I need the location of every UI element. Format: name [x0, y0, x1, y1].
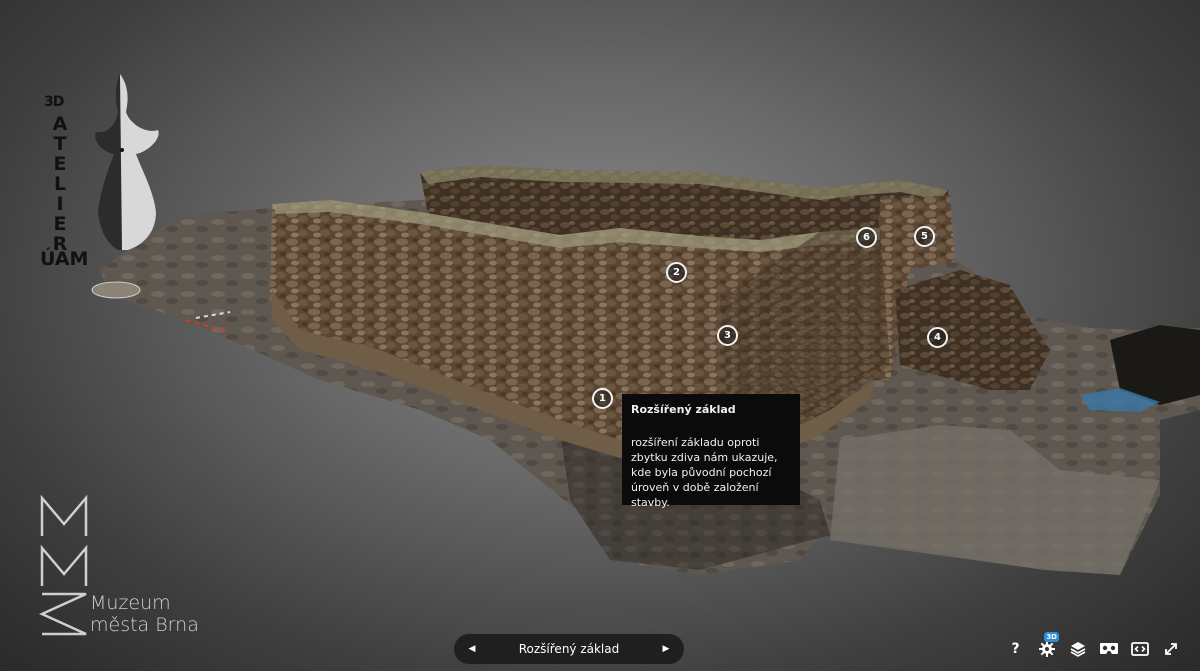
layers-icon	[1070, 642, 1085, 657]
fit-view-button[interactable]	[1124, 638, 1155, 660]
settings-icon	[1038, 641, 1055, 657]
atelier-3d-label: 3D	[44, 94, 64, 110]
atelier-letters: A T E L I E R	[52, 114, 68, 254]
help-button[interactable]: ?	[1000, 638, 1031, 660]
tooltip-title: Rozšířený základ	[631, 403, 736, 416]
vr-button[interactable]	[1093, 638, 1124, 660]
annotation-hotspot-2[interactable]: 2	[666, 262, 687, 283]
atelier-letter: T	[53, 133, 67, 155]
annotation-hotspot-5[interactable]: 5	[914, 226, 935, 247]
annotation-hotspot-1[interactable]: 1	[592, 388, 613, 409]
atelier-letter: L	[53, 173, 67, 195]
current-annotation-title: Rozšířený základ	[518, 642, 620, 656]
annotation-tooltip: Rozšířený základ rozšíření základu oprot…	[622, 394, 800, 509]
viewer-controls: ? 3D	[1000, 632, 1186, 660]
atelier-letter: E	[53, 153, 67, 175]
museum-mark-icon	[38, 494, 88, 636]
museum-logo: Muzeum města Brna	[38, 494, 238, 644]
annotation-hotspot-3[interactable]: 3	[717, 325, 738, 346]
atelier-letter: E	[53, 213, 67, 235]
museum-name-line1: Muzeum	[90, 592, 171, 614]
atelier-letter: I	[56, 193, 64, 215]
annotation-hotspot-4[interactable]: 4	[927, 327, 948, 348]
help-icon: ?	[1011, 641, 1020, 657]
fit-view-icon	[1130, 642, 1149, 656]
fullscreen-button[interactable]	[1155, 638, 1186, 660]
vr-icon	[1099, 643, 1118, 654]
layers-button[interactable]	[1062, 638, 1093, 660]
annotation-navigation: ◀ Rozšířený základ ▶	[454, 634, 684, 664]
settings-button[interactable]: 3D	[1031, 632, 1062, 660]
next-annotation-button[interactable]: ▶	[660, 644, 672, 654]
museum-name: Muzeum města Brna	[90, 592, 199, 636]
previous-annotation-button[interactable]: ◀	[466, 644, 478, 654]
model-viewer[interactable]: 3D A T E L I E R ÚAM Muzeum města Brna 1…	[0, 0, 1200, 671]
annotation-hotspot-6[interactable]: 6	[856, 227, 877, 248]
tooltip-body: rozšíření základu oproti zbytku zdiva ná…	[631, 436, 778, 509]
atelier-letter: A	[52, 113, 68, 135]
atelier-uam-label: ÚAM	[40, 248, 89, 270]
museum-name-line2: města Brna	[90, 614, 199, 636]
fullscreen-icon	[1164, 643, 1177, 655]
settings-3d-badge: 3D	[1044, 632, 1059, 642]
atelier-logo: 3D A T E L I E R ÚAM	[38, 72, 168, 292]
